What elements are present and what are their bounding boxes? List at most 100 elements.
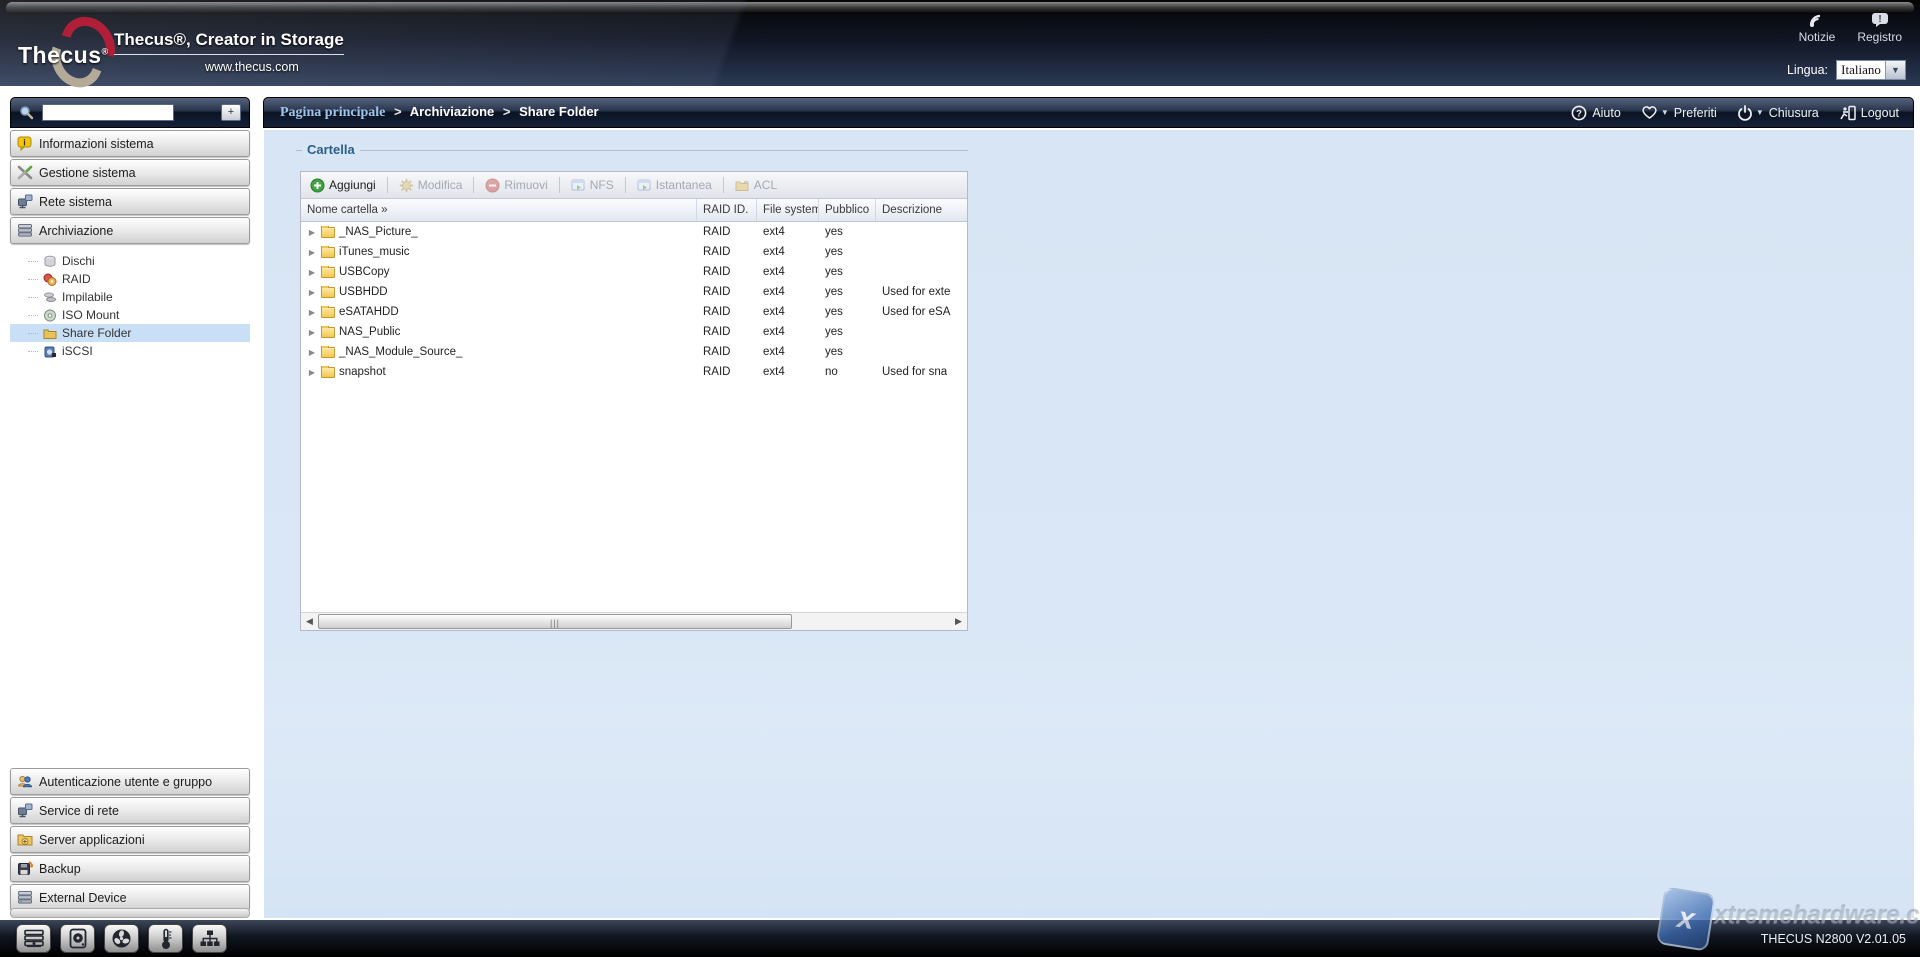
- chevron-down-icon[interactable]: ▼: [1885, 61, 1905, 79]
- table-row[interactable]: ▶NAS_Public RAID ext4 yes: [301, 322, 967, 342]
- row-expander-icon[interactable]: ▶: [307, 228, 317, 237]
- file-system-cell: ext4: [757, 366, 819, 378]
- logo-registered-mark: ®: [102, 46, 109, 56]
- fan-status-icon[interactable]: [104, 924, 139, 953]
- table-row[interactable]: ▶snapshot RAID ext4 no Used for sna: [301, 362, 967, 382]
- sidebar-resize-strip[interactable]: [10, 908, 250, 918]
- sidebar-item-label: RAID: [62, 272, 91, 286]
- sidebar-item-archiviazione[interactable]: Archiviazione: [10, 217, 250, 244]
- raid-status-icon[interactable]: [16, 924, 51, 953]
- archiviazione-submenu: Dischi RAID Impilabile ISO Mount Share F: [10, 246, 250, 768]
- sidebar-add-button[interactable]: +: [221, 104, 241, 121]
- app-header: Thecus® Thecus®, Creator in Storage www.…: [0, 0, 1920, 86]
- pubblico-cell: yes: [819, 246, 876, 258]
- row-expander-icon[interactable]: ▶: [307, 308, 317, 317]
- table-row[interactable]: ▶USBHDD RAID ext4 yes Used for exte: [301, 282, 967, 302]
- cartella-fieldset: Cartella Aggiungi Modifica: [296, 150, 968, 642]
- shutdown-button[interactable]: ▼ Chiusura: [1737, 105, 1819, 121]
- sidebar-item-iso-mount[interactable]: ISO Mount: [10, 306, 250, 324]
- sidebar-item-dischi[interactable]: Dischi: [10, 252, 250, 270]
- registro-link[interactable]: ! Registro: [1857, 12, 1902, 44]
- temperature-status-icon[interactable]: [148, 924, 183, 953]
- acl-button[interactable]: ACL: [730, 176, 782, 195]
- sidebar-item-raid[interactable]: RAID: [10, 270, 250, 288]
- sidebar-item-label: External Device: [39, 891, 127, 905]
- descrizione-cell: Used for exte: [876, 286, 967, 298]
- row-expander-icon[interactable]: ▶: [307, 328, 317, 337]
- raid-icon: [43, 273, 57, 286]
- folder-icon: [321, 327, 335, 338]
- search-input[interactable]: [42, 104, 174, 121]
- folder-name: eSATAHDD: [339, 306, 399, 318]
- sidebar-item-iscsi[interactable]: iSCSI: [10, 342, 250, 360]
- table-row[interactable]: ▶iTunes_music RAID ext4 yes: [301, 242, 967, 262]
- sidebar-item-external-device[interactable]: External Device: [10, 884, 250, 911]
- breadcrumb-root-link[interactable]: Pagina principale: [280, 105, 385, 120]
- brand-tagline: Thecus®, Creator in Storage: [114, 30, 344, 55]
- column-header-raid-id[interactable]: RAID ID.: [697, 199, 757, 221]
- sidebar-item-label: Archiviazione: [39, 224, 113, 238]
- info-icon: i: [17, 136, 33, 151]
- modifica-button[interactable]: Modifica: [394, 176, 468, 195]
- sidebar-item-impilabile[interactable]: Impilabile: [10, 288, 250, 306]
- language-select[interactable]: Italiano ▼: [1836, 60, 1906, 80]
- toolbar-button-label: Aggiungi: [329, 178, 376, 192]
- scroll-left-arrow[interactable]: ◀: [301, 614, 318, 630]
- table-row[interactable]: ▶_NAS_Picture_ RAID ext4 yes: [301, 222, 967, 242]
- scrollbar-thumb[interactable]: |||: [318, 614, 792, 629]
- aggiungi-button[interactable]: Aggiungi: [305, 176, 381, 195]
- row-expander-icon[interactable]: ▶: [307, 248, 317, 257]
- language-selected-value: Italiano: [1837, 61, 1885, 79]
- scrollbar-track[interactable]: |||: [318, 614, 950, 630]
- sidebar-item-backup[interactable]: Backup: [10, 855, 250, 882]
- rimuovi-button[interactable]: Rimuovi: [480, 176, 552, 195]
- share-folder-grid: Aggiungi Modifica Rimuovi: [300, 171, 968, 631]
- column-header-file-system[interactable]: File system: [757, 199, 819, 221]
- breadcrumb: Pagina principale > Archiviazione > Shar…: [280, 104, 599, 121]
- sidebar-item-service-di-rete[interactable]: Service di rete: [10, 797, 250, 824]
- row-expander-icon[interactable]: ▶: [307, 288, 317, 297]
- toolbar-button-label: Istantanea: [656, 178, 712, 192]
- nfs-button[interactable]: NFS: [566, 176, 619, 195]
- table-row[interactable]: ▶eSATAHDD RAID ext4 yes Used for eSA: [301, 302, 967, 322]
- sidebar-item-share-folder[interactable]: Share Folder: [10, 324, 250, 342]
- network-status-icon[interactable]: [192, 924, 227, 953]
- descrizione-cell: Used for eSA: [876, 306, 967, 318]
- file-system-cell: ext4: [757, 306, 819, 318]
- table-row[interactable]: ▶_NAS_Module_Source_ RAID ext4 yes: [301, 342, 967, 362]
- sidebar-item-informazioni-sistema[interactable]: i Informazioni sistema: [10, 130, 250, 157]
- horizontal-scrollbar[interactable]: ◀ ||| ▶: [301, 612, 967, 630]
- column-header-nome-cartella[interactable]: Nome cartella »: [301, 199, 697, 221]
- heart-icon: [1641, 105, 1658, 120]
- scroll-right-arrow[interactable]: ▶: [950, 614, 967, 630]
- svg-text:?: ?: [1576, 108, 1582, 119]
- sidebar-item-autenticazione[interactable]: Autenticazione utente e gruppo: [10, 768, 250, 795]
- row-expander-icon[interactable]: ▶: [307, 368, 317, 377]
- sidebar-item-rete-sistema[interactable]: Rete sistema: [10, 188, 250, 215]
- toolbar-separator: [387, 177, 388, 193]
- disk-status-icon[interactable]: [60, 924, 95, 953]
- network-icon: [17, 803, 33, 818]
- status-bar: THECUS N2800 V2.01.05: [0, 920, 1920, 957]
- column-header-pubblico[interactable]: Pubblico: [819, 199, 876, 221]
- row-expander-icon[interactable]: ▶: [307, 268, 317, 277]
- pubblico-cell: no: [819, 366, 876, 378]
- help-button[interactable]: ? Aiuto: [1571, 105, 1621, 121]
- logout-button[interactable]: Logout: [1839, 105, 1899, 121]
- table-row[interactable]: ▶USBCopy RAID ext4 yes: [301, 262, 967, 282]
- folder-name: snapshot: [339, 366, 386, 378]
- row-expander-icon[interactable]: ▶: [307, 348, 317, 357]
- istantanea-button[interactable]: Istantanea: [632, 176, 717, 195]
- folder-name: USBCopy: [339, 266, 390, 278]
- nfs-icon: [571, 178, 586, 193]
- sidebar-item-gestione-sistema[interactable]: Gestione sistema: [10, 159, 250, 186]
- sidebar-item-server-applicazioni[interactable]: + Server applicazioni: [10, 826, 250, 853]
- acl-icon: [735, 178, 750, 193]
- breadcrumb-section: Archiviazione: [410, 104, 495, 119]
- notizie-link[interactable]: Notizie: [1799, 12, 1836, 44]
- toolbar-button-label: ACL: [754, 178, 777, 192]
- backup-icon: [17, 861, 33, 876]
- raid-id-cell: RAID: [697, 326, 757, 338]
- column-header-descrizione[interactable]: Descrizione: [876, 199, 967, 221]
- favorites-button[interactable]: ▼ Preferiti: [1641, 105, 1717, 120]
